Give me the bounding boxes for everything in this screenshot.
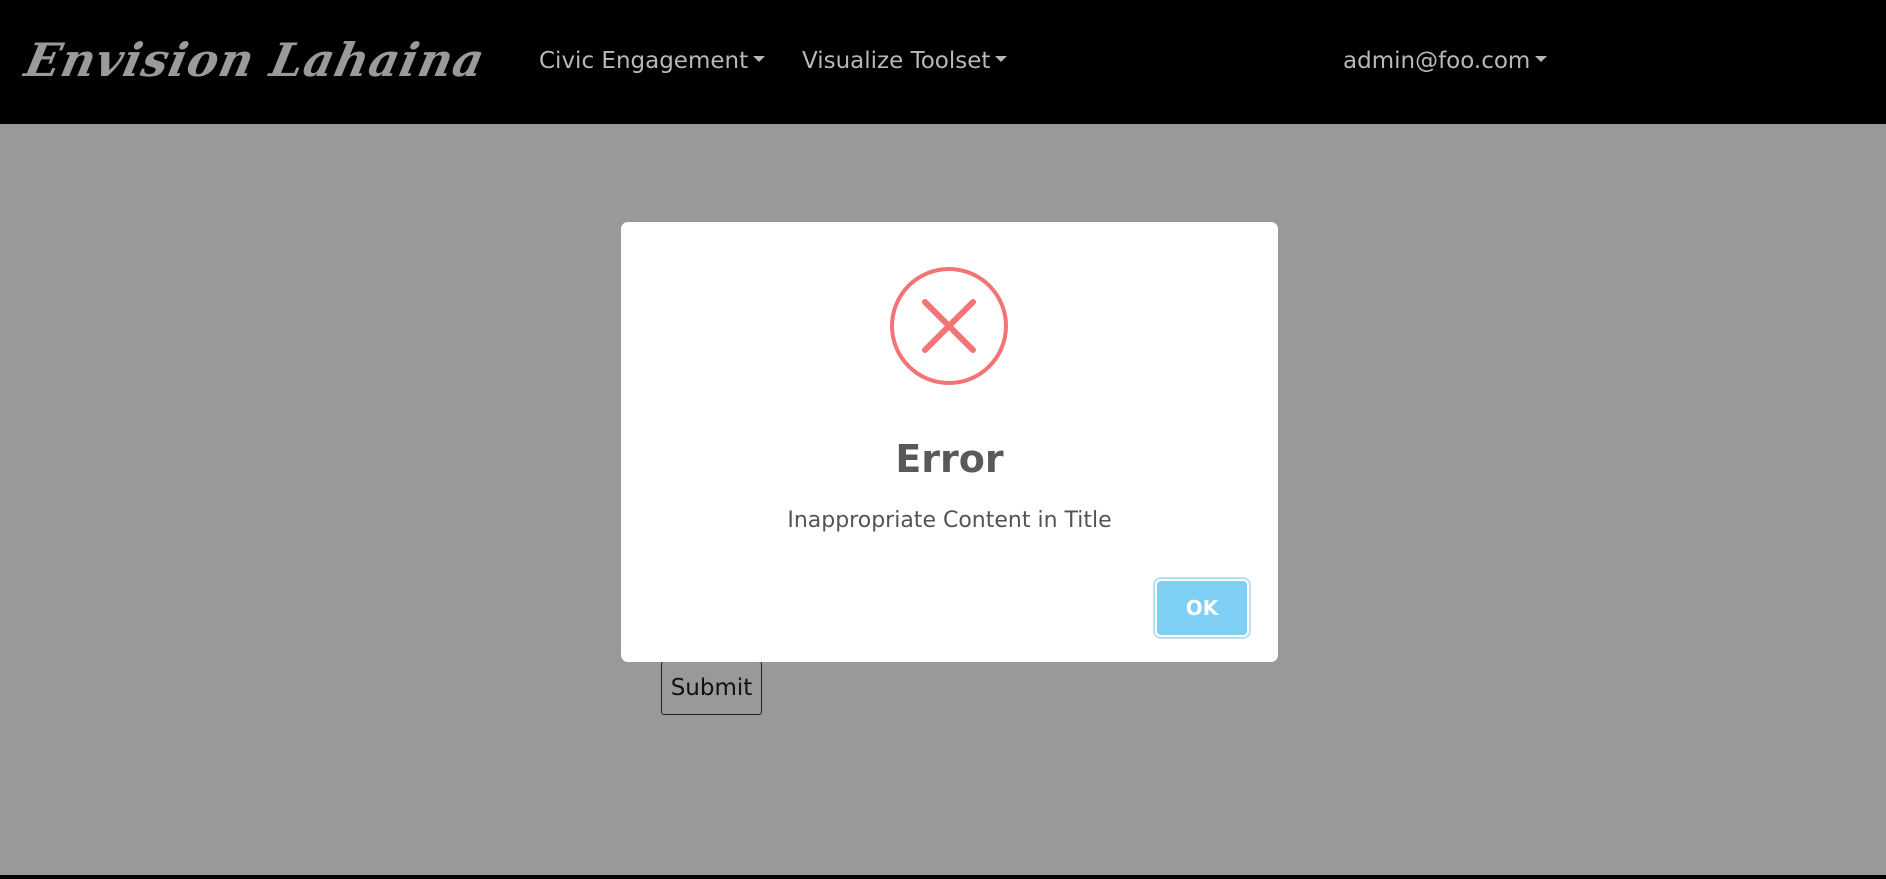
error-x-icon [890, 267, 1008, 385]
dialog-title: Error [895, 437, 1004, 481]
footer-edge [0, 875, 1886, 879]
ok-button[interactable]: OK [1155, 579, 1249, 637]
caret-down-icon [1535, 55, 1548, 62]
caret-down-icon [753, 55, 766, 62]
nav-visualize-toolset-label: Visualize Toolset [802, 48, 991, 74]
user-email-label: admin@foo.com [1343, 48, 1531, 74]
brand-logo[interactable]: Envision Lahaina [20, 30, 491, 90]
caret-down-icon [995, 55, 1008, 62]
nav-civic-engagement-dropdown[interactable]: Civic Engagement [539, 46, 766, 76]
dialog-message: Inappropriate Content in Title [787, 508, 1112, 533]
nav-visualize-toolset-dropdown[interactable]: Visualize Toolset [802, 46, 1008, 76]
error-dialog: Error Inappropriate Content in Title OK [621, 222, 1278, 662]
user-menu-dropdown[interactable]: admin@foo.com [1343, 46, 1548, 76]
nav-civic-engagement-label: Civic Engagement [539, 48, 749, 74]
top-navbar: Envision Lahaina Civic Engagement Visual… [0, 0, 1886, 124]
submit-button[interactable]: Submit [661, 661, 762, 715]
